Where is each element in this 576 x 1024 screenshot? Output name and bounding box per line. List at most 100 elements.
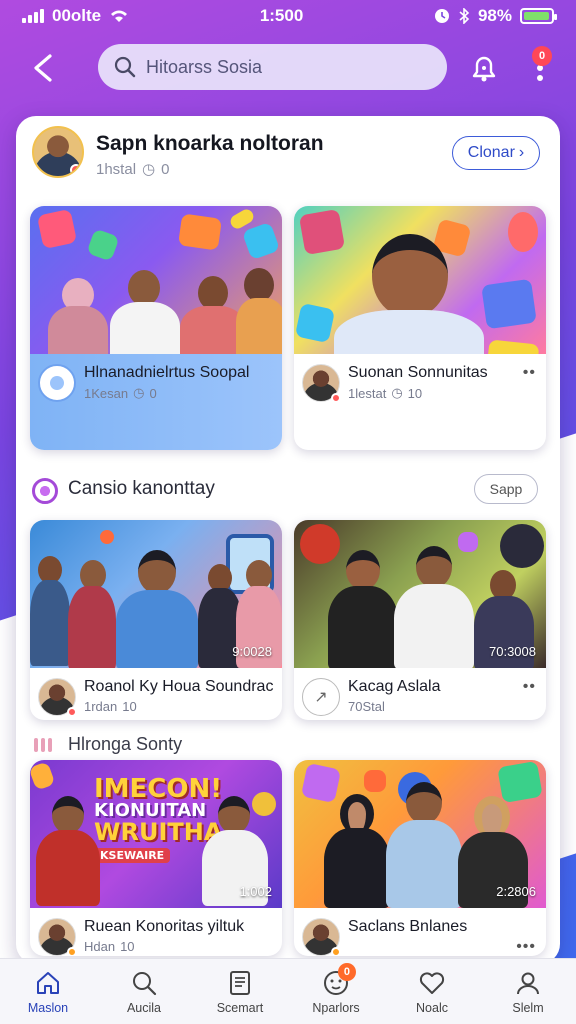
nav-label: Maslon — [27, 1000, 69, 1015]
section-header: Cansio kanonttay Sapp — [32, 472, 544, 508]
section-title: Hlronga Sonty — [68, 734, 183, 754]
feed-card[interactable]: 70:3008 ↗ Kacag Aslala 70Stal •• — [294, 520, 546, 720]
feed-sub-count: 10 — [407, 385, 423, 401]
feed-thumbnail[interactable] — [294, 206, 546, 354]
feed-sub-count: 0 — [149, 385, 157, 401]
more-options-icon[interactable]: •• — [523, 364, 536, 382]
clock-icon: ◷ — [142, 161, 156, 178]
notification-badge: 0 — [532, 46, 552, 66]
channel-avatar[interactable] — [38, 364, 76, 402]
feed-card[interactable]: IMECON! KIONUITAN WRUITHAS KSEWAIRE 1:00… — [30, 760, 282, 956]
feed-card[interactable]: Suonan Sonnunitas 1lestat ◷ 10 •• — [294, 206, 546, 450]
feed-sub-count: 10 — [122, 699, 137, 714]
feed-subtitle: Hdan 10 — [84, 939, 135, 954]
feed-card-meta: Hlnanadnielrtus Soopal 1Kesan ◷ 0 — [30, 354, 282, 450]
online-dot — [67, 707, 77, 717]
nav-label: Slelm — [512, 1000, 544, 1015]
nav-item-home[interactable]: Maslon — [0, 959, 96, 1024]
heart-icon — [419, 971, 445, 994]
feed-card-meta: ↗ Kacag Aslala 70Stal •• — [294, 668, 546, 720]
search-icon — [114, 56, 136, 78]
nav-label: Noalc — [416, 1000, 448, 1015]
section-icon — [34, 738, 52, 752]
feed-card-meta: Suonan Sonnunitas 1lestat ◷ 10 •• — [294, 354, 546, 450]
feed-thumbnail[interactable]: 9:0028 — [30, 520, 282, 668]
more-options-icon[interactable]: ••• — [516, 938, 536, 956]
feed-sub-text: 1Kesan — [84, 385, 129, 401]
chevron-right-icon: › — [518, 144, 525, 161]
feed-card[interactable]: 9:0028 Roanol Ky Houa Soundrac 1rdan 10 : — [30, 520, 282, 720]
search-bar[interactable] — [98, 44, 447, 90]
channel-avatar[interactable] — [302, 918, 341, 956]
feed-sub-count: 10 — [120, 939, 135, 954]
channel-avatar[interactable] — [302, 364, 341, 403]
feed-thumbnail[interactable] — [30, 206, 282, 354]
carrier-label: 00olte — [52, 6, 102, 25]
follow-button-label: Clonar — [467, 144, 515, 161]
bluetooth-icon — [459, 8, 470, 24]
more-options-icon[interactable]: •• — [523, 678, 536, 696]
online-dot — [331, 947, 341, 956]
channel-avatar[interactable]: ↗ — [302, 678, 340, 716]
online-dot — [331, 393, 341, 403]
main-card: Sapn knoarka noltoran 1hstal ◷ 0 Clonar … — [16, 116, 560, 964]
section-icon — [32, 478, 58, 504]
feed-title[interactable]: Suonan Sonnunitas — [348, 364, 488, 382]
bottom-navigation: Maslon Aucila Scemart 0 Nparlors Noalc S… — [0, 958, 576, 1024]
feed-subtitle: 1lestat ◷ 10 — [348, 385, 422, 401]
feed-card[interactable]: 2:2806 Saclans Bnlanes ••• — [294, 760, 546, 956]
profile-sub-text: 1hstal — [96, 160, 137, 178]
nav-item-profile[interactable]: Slelm — [480, 959, 576, 1024]
back-arrow-icon[interactable] — [26, 50, 62, 86]
channel-avatar[interactable] — [38, 918, 77, 956]
notification-bell-icon[interactable] — [464, 48, 504, 88]
video-duration: 70:3008 — [489, 644, 536, 659]
follow-button[interactable]: Clonar › — [452, 136, 540, 170]
nav-label: Nparlors — [312, 1000, 360, 1015]
wifi-icon — [111, 10, 128, 22]
nav-item-favorites[interactable]: Noalc — [384, 959, 480, 1024]
feed-subtitle: 1rdan 10 — [84, 699, 137, 714]
section-title: Cansio kanonttay — [68, 478, 215, 499]
feed-thumbnail[interactable]: 70:3008 — [294, 520, 546, 668]
online-dot — [67, 947, 77, 956]
home-icon — [37, 971, 59, 994]
feed-title[interactable]: Hlnanadnielrtus Soopal — [84, 364, 249, 382]
feed-title[interactable]: Ruean Konoritas yiltuk — [84, 918, 244, 936]
profile-header: Sapn knoarka noltoran 1hstal ◷ 0 Clonar … — [32, 126, 544, 186]
profile-name: Sapn knoarka noltoran — [96, 132, 324, 155]
user-icon — [517, 972, 539, 994]
section-action-button[interactable]: Sapp — [474, 474, 538, 504]
feed-thumbnail[interactable]: 2:2806 — [294, 760, 546, 908]
video-duration: 9:0028 — [232, 644, 272, 659]
clock-icon: ◷ — [133, 385, 145, 400]
feed-title[interactable]: Saclans Bnlanes — [348, 918, 467, 936]
feed-card-meta: Saclans Bnlanes ••• — [294, 908, 546, 956]
nav-item-search[interactable]: Aucila — [96, 959, 192, 1024]
profile-avatar[interactable] — [32, 126, 84, 178]
feed-sub-text: 1rdan — [84, 699, 118, 714]
document-icon — [230, 970, 250, 995]
nav-label: Aucila — [126, 1000, 162, 1015]
battery-icon — [520, 8, 557, 24]
feed-title[interactable]: Kacag Aslala — [348, 678, 441, 696]
feed-card-meta: Roanol Ky Houa Soundrac 1rdan 10 : — [30, 668, 282, 720]
battery-percent: 98% — [477, 6, 512, 25]
feed-title[interactable]: Roanol Ky Houa Soundrac — [84, 678, 273, 696]
top-header — [0, 40, 576, 96]
more-options-icon[interactable]: : — [267, 678, 272, 696]
signal-icon — [22, 9, 44, 23]
nav-item-notifications[interactable]: 0 Nparlors — [288, 959, 384, 1024]
search-input[interactable] — [146, 56, 426, 78]
feed-sub-text: 70Stal — [348, 699, 385, 714]
profile-subtitle: 1hstal ◷ 0 — [96, 160, 169, 179]
feed-thumbnail[interactable]: IMECON! KIONUITAN WRUITHAS KSEWAIRE 1:00… — [30, 760, 282, 908]
channel-avatar[interactable] — [38, 678, 77, 717]
clock-icon: ◷ — [391, 385, 403, 400]
nav-item-documents[interactable]: Scemart — [192, 959, 288, 1024]
feed-card[interactable]: Hlnanadnielrtus Soopal 1Kesan ◷ 0 — [30, 206, 282, 450]
alarm-icon — [434, 9, 449, 23]
feed-sub-text: Hdan — [84, 939, 116, 954]
online-dot — [70, 164, 82, 176]
feed-subtitle: 70Stal — [348, 699, 385, 714]
